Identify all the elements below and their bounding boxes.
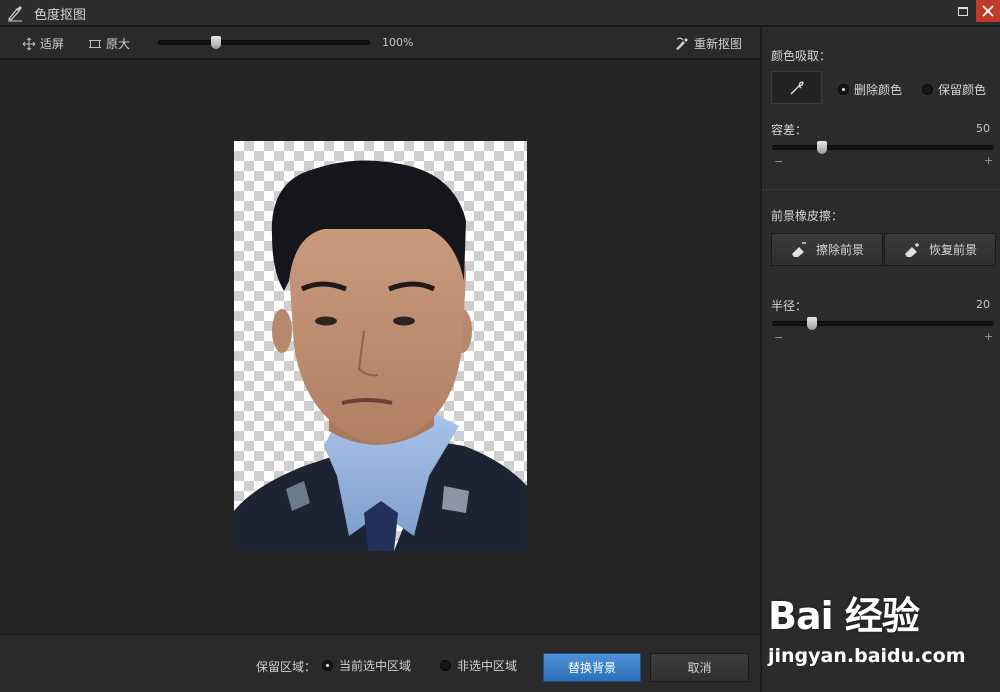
maximize-button[interactable] [950, 0, 976, 22]
delete-color-radio[interactable] [838, 84, 849, 95]
eyedropper-icon [790, 80, 804, 94]
zoom-slider[interactable] [158, 36, 370, 49]
restore-eraser-icon [904, 242, 919, 257]
reselect-label: 重新抠图 [694, 37, 743, 51]
tolerance-plus[interactable]: + [984, 154, 993, 167]
fit-screen-icon [22, 37, 36, 50]
close-button[interactable] [976, 0, 1000, 22]
non-selection-radio[interactable] [440, 660, 451, 671]
radius-value: 20 [976, 298, 990, 311]
erase-foreground-label: 擦除前景 [815, 243, 864, 257]
replace-background-button[interactable]: 替换背景 [543, 653, 641, 682]
eraser-icon [791, 241, 806, 257]
original-size-label: 原大 [106, 37, 131, 51]
radius-label: 半径： [771, 299, 808, 313]
baidu-jingyan-watermark: Bai 经验 jingyan.baidu.com [768, 585, 998, 685]
maximize-icon [958, 6, 968, 16]
radius-plus[interactable]: + [984, 330, 993, 343]
current-selection-option[interactable]: 当前选中区域 [322, 657, 411, 674]
cutout-tool-icon [6, 4, 24, 22]
restore-foreground-button[interactable]: 恢复前景 [884, 233, 996, 266]
original-size-icon [89, 39, 101, 48]
zoom-value: 100% [382, 36, 414, 49]
bottom-bar: 保留区域： 当前选中区域 非选中区域 替换背景 取消 [0, 634, 760, 692]
radius-slider[interactable] [772, 317, 994, 330]
close-icon [982, 5, 994, 17]
reselect-icon [676, 37, 688, 50]
keep-color-radio[interactable] [922, 84, 933, 95]
tolerance-minus[interactable]: − [774, 155, 783, 168]
restore-foreground-label: 恢复前景 [928, 243, 977, 257]
window-title: 色度抠图 [34, 8, 87, 23]
keep-color-option[interactable]: 保留颜色 [922, 81, 986, 98]
reselect-button[interactable]: 重新抠图 [674, 35, 742, 52]
radius-minus[interactable]: − [774, 331, 783, 344]
eyedropper-button[interactable] [771, 71, 822, 104]
non-selection-label: 非选中区域 [457, 659, 518, 673]
watermark-site: jingyan.baidu.com [768, 645, 966, 667]
zoom-slider-handle[interactable] [211, 36, 221, 49]
color-pick-label: 颜色吸取： [771, 49, 832, 63]
portrait-image [234, 160, 527, 551]
tolerance-label: 容差： [771, 123, 808, 137]
delete-color-label: 删除颜色 [854, 83, 903, 97]
title-bar: 色度抠图 [0, 0, 1000, 26]
fit-screen-label: 适屏 [40, 37, 65, 51]
delete-color-option[interactable]: 删除颜色 [838, 81, 902, 98]
fg-eraser-label: 前景橡皮擦： [771, 209, 844, 223]
section-divider [762, 189, 1000, 190]
radius-slider-handle[interactable] [807, 317, 817, 330]
original-size-button[interactable]: 原大 [88, 35, 130, 52]
cutout-photo[interactable] [234, 141, 527, 551]
current-selection-radio[interactable] [322, 660, 333, 671]
watermark-logo: Bai 经验 [768, 594, 920, 638]
tolerance-slider-handle[interactable] [817, 141, 827, 154]
keep-color-label: 保留颜色 [938, 83, 987, 97]
current-selection-label: 当前选中区域 [339, 659, 412, 673]
cancel-button[interactable]: 取消 [650, 653, 749, 682]
erase-foreground-button[interactable]: 擦除前景 [771, 233, 883, 266]
toolbar: 适屏 原大 100% 重新抠图 [0, 27, 760, 59]
keep-area-label: 保留区域： [256, 660, 317, 674]
tolerance-value: 50 [976, 122, 990, 135]
fit-screen-button[interactable]: 适屏 [22, 35, 64, 52]
tolerance-slider[interactable] [772, 141, 994, 154]
non-selection-option[interactable]: 非选中区域 [440, 657, 517, 674]
